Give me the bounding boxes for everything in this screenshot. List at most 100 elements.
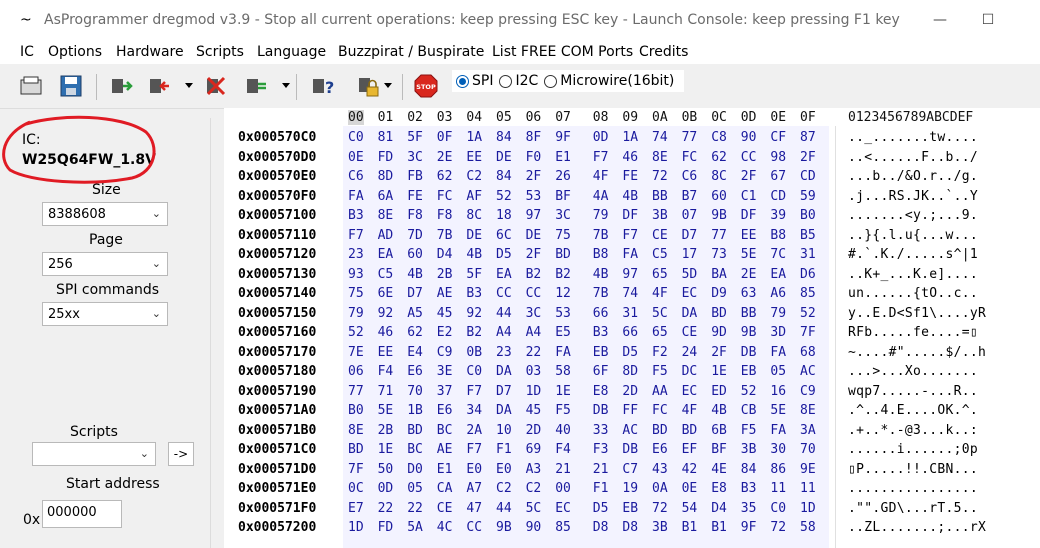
hex-byte-cell[interactable]: 66 xyxy=(622,325,638,340)
hex-byte-cell[interactable]: 8C xyxy=(711,169,727,184)
hex-byte-cell[interactable]: 84 xyxy=(496,130,512,145)
hex-byte-cell[interactable]: 3A xyxy=(800,423,816,438)
hex-byte-cell[interactable]: E7 xyxy=(348,501,364,516)
hex-byte-cell[interactable]: 92 xyxy=(378,306,394,321)
hex-byte-cell[interactable]: 81 xyxy=(378,130,394,145)
hex-byte-cell[interactable]: 52 xyxy=(348,325,364,340)
hex-byte-cell[interactable]: AA xyxy=(652,384,668,399)
hex-byte-cell[interactable]: CD xyxy=(800,169,816,184)
hex-byte-cell[interactable]: F7 xyxy=(466,442,482,457)
hex-byte-cell[interactable]: 9B xyxy=(496,520,512,535)
hex-byte-cell[interactable]: 3C xyxy=(526,306,542,321)
hex-row[interactable]: 0x000571F0 E7 22 22 CE 47 44 5C EC D5 EB 72 54 D4 35 C0… xyxy=(224,499,1040,519)
hex-byte-cell[interactable]: 2D xyxy=(526,423,542,438)
radio-i2c[interactable]: I2C xyxy=(499,73,538,89)
hex-byte-cell[interactable]: 4C xyxy=(437,520,453,535)
hex-byte-cell[interactable]: 37 xyxy=(437,384,453,399)
hex-byte-cell[interactable]: D8 xyxy=(622,520,638,535)
hex-byte-cell[interactable]: BF xyxy=(711,442,727,457)
hex-byte-cell[interactable]: 30 xyxy=(770,442,786,457)
hex-row-ascii[interactable]: .._.......tw.... xyxy=(848,130,978,145)
hex-byte-cell[interactable]: E2 xyxy=(437,325,453,340)
hex-byte-cell[interactable]: 62 xyxy=(407,325,423,340)
hex-row[interactable]: 0x000571D0 7F 50 D0 E1 E0 E0 A3 21 21 C7 43 42 4E 84 86… xyxy=(224,460,1040,480)
hex-byte-cell[interactable]: B3 xyxy=(741,481,757,496)
hex-byte-cell[interactable]: 12 xyxy=(555,286,571,301)
menu-language[interactable]: Language xyxy=(257,44,326,60)
hex-byte-cell[interactable]: 69 xyxy=(526,442,542,457)
hex-byte-cell[interactable]: 4B xyxy=(466,247,482,262)
stop-icon[interactable]: STOP xyxy=(413,73,439,99)
hex-byte-cell[interactable]: 58 xyxy=(800,520,816,535)
hex-byte-cell[interactable]: 3B xyxy=(652,208,668,223)
size-select[interactable]: 8388608 ⌄ xyxy=(42,202,168,226)
hex-row-ascii[interactable]: wqp7.....-...R.. xyxy=(848,384,978,399)
hex-byte-cell[interactable]: C2 xyxy=(496,481,512,496)
hex-byte-cell[interactable]: 23 xyxy=(496,345,512,360)
hex-byte-cell[interactable]: 60 xyxy=(711,189,727,204)
hex-byte-cell[interactable]: 3B xyxy=(652,520,668,535)
hex-byte-cell[interactable]: CE xyxy=(437,501,453,516)
hex-byte-cell[interactable]: AD xyxy=(378,228,394,243)
hex-byte-cell[interactable]: FA xyxy=(555,345,571,360)
hex-row-ascii[interactable]: ..ZL.......;...rX xyxy=(848,520,986,535)
hex-byte-cell[interactable]: 46 xyxy=(378,325,394,340)
hex-byte-cell[interactable]: BA xyxy=(711,267,727,282)
hex-byte-cell[interactable]: D9 xyxy=(711,286,727,301)
hex-byte-cell[interactable]: 0D xyxy=(378,481,394,496)
radio-microwire-dot[interactable] xyxy=(544,74,558,88)
hex-byte-cell[interactable]: BB xyxy=(741,306,757,321)
hex-byte-cell[interactable]: F7 xyxy=(466,384,482,399)
hex-row-ascii[interactable]: ..K+_...K.e].... xyxy=(848,267,978,282)
hex-byte-cell[interactable]: 0D xyxy=(593,130,609,145)
hex-byte-cell[interactable]: DC xyxy=(682,364,698,379)
hex-byte-cell[interactable]: 4E xyxy=(711,462,727,477)
hex-byte-cell[interactable]: FF xyxy=(622,403,638,418)
hex-byte-cell[interactable]: 0F xyxy=(437,130,453,145)
hex-byte-cell[interactable]: 1E xyxy=(555,384,571,399)
hex-byte-cell[interactable]: FC xyxy=(682,150,698,165)
hex-byte-cell[interactable]: 1B xyxy=(407,403,423,418)
hex-byte-cell[interactable]: 65 xyxy=(652,325,668,340)
hex-row-ascii[interactable]: ..<......F..b../ xyxy=(848,150,978,165)
hex-byte-cell[interactable]: 2B xyxy=(437,267,453,282)
hex-byte-cell[interactable]: A7 xyxy=(466,481,482,496)
hex-byte-cell[interactable]: DA xyxy=(496,364,512,379)
hex-byte-cell[interactable]: 0C xyxy=(348,481,364,496)
hex-byte-cell[interactable]: 5E xyxy=(770,403,786,418)
hex-row[interactable]: 0x000571B0 8E 2B BD BC 2A 10 2D 40 33 AC BD BD 6B F5 FA… xyxy=(224,421,1040,441)
hex-byte-cell[interactable]: 34 xyxy=(466,403,482,418)
hex-byte-cell[interactable]: 2F xyxy=(741,169,757,184)
hex-byte-cell[interactable]: 7B xyxy=(593,286,609,301)
menu-list-com-ports[interactable]: List FREE COM Ports xyxy=(492,44,633,60)
hex-byte-cell[interactable]: D4 xyxy=(437,247,453,262)
hex-byte-cell[interactable]: BD xyxy=(348,442,364,457)
hex-byte-cell[interactable]: FC xyxy=(652,403,668,418)
hex-byte-cell[interactable]: 79 xyxy=(770,306,786,321)
hex-byte-cell[interactable]: B5 xyxy=(800,228,816,243)
hex-byte-cell[interactable]: F7 xyxy=(622,228,638,243)
hex-byte-cell[interactable]: B3 xyxy=(593,325,609,340)
hex-byte-cell[interactable]: 8E xyxy=(348,423,364,438)
hex-byte-cell[interactable]: 3C xyxy=(407,150,423,165)
menu-buzzpirat[interactable]: Buzzpirat / Buspirate xyxy=(338,44,484,60)
hex-byte-cell[interactable]: 79 xyxy=(348,306,364,321)
hex-byte-cell[interactable]: CD xyxy=(770,189,786,204)
hex-byte-cell[interactable]: 5E xyxy=(741,247,757,262)
hex-editor[interactable]: 00 01 02 03 04 05 06 07 08 09 0A 0B 0C 0D 0E 0F 01234567… xyxy=(224,108,1040,548)
hex-byte-cell[interactable]: B3 xyxy=(348,208,364,223)
hex-byte-cell[interactable]: FB xyxy=(407,169,423,184)
hex-byte-cell[interactable]: 53 xyxy=(555,306,571,321)
hex-byte-cell[interactable]: C0 xyxy=(770,501,786,516)
hex-byte-cell[interactable]: 9F xyxy=(555,130,571,145)
radio-i2c-dot[interactable] xyxy=(499,74,513,88)
hex-byte-cell[interactable]: DB xyxy=(741,345,757,360)
hex-byte-cell[interactable]: B0 xyxy=(348,403,364,418)
hex-byte-cell[interactable]: FA xyxy=(622,247,638,262)
hex-byte-cell[interactable]: EE xyxy=(378,345,394,360)
hex-byte-cell[interactable]: 8D xyxy=(622,364,638,379)
hex-byte-cell[interactable]: E6 xyxy=(437,403,453,418)
hex-row[interactable]: 0x00057180 06 F4 E6 3E C0 DA 03 58 6F 8D F5 DC 1E EB 05… xyxy=(224,362,1040,382)
hex-byte-cell[interactable]: B2 xyxy=(466,325,482,340)
hex-byte-cell[interactable]: 05 xyxy=(770,364,786,379)
